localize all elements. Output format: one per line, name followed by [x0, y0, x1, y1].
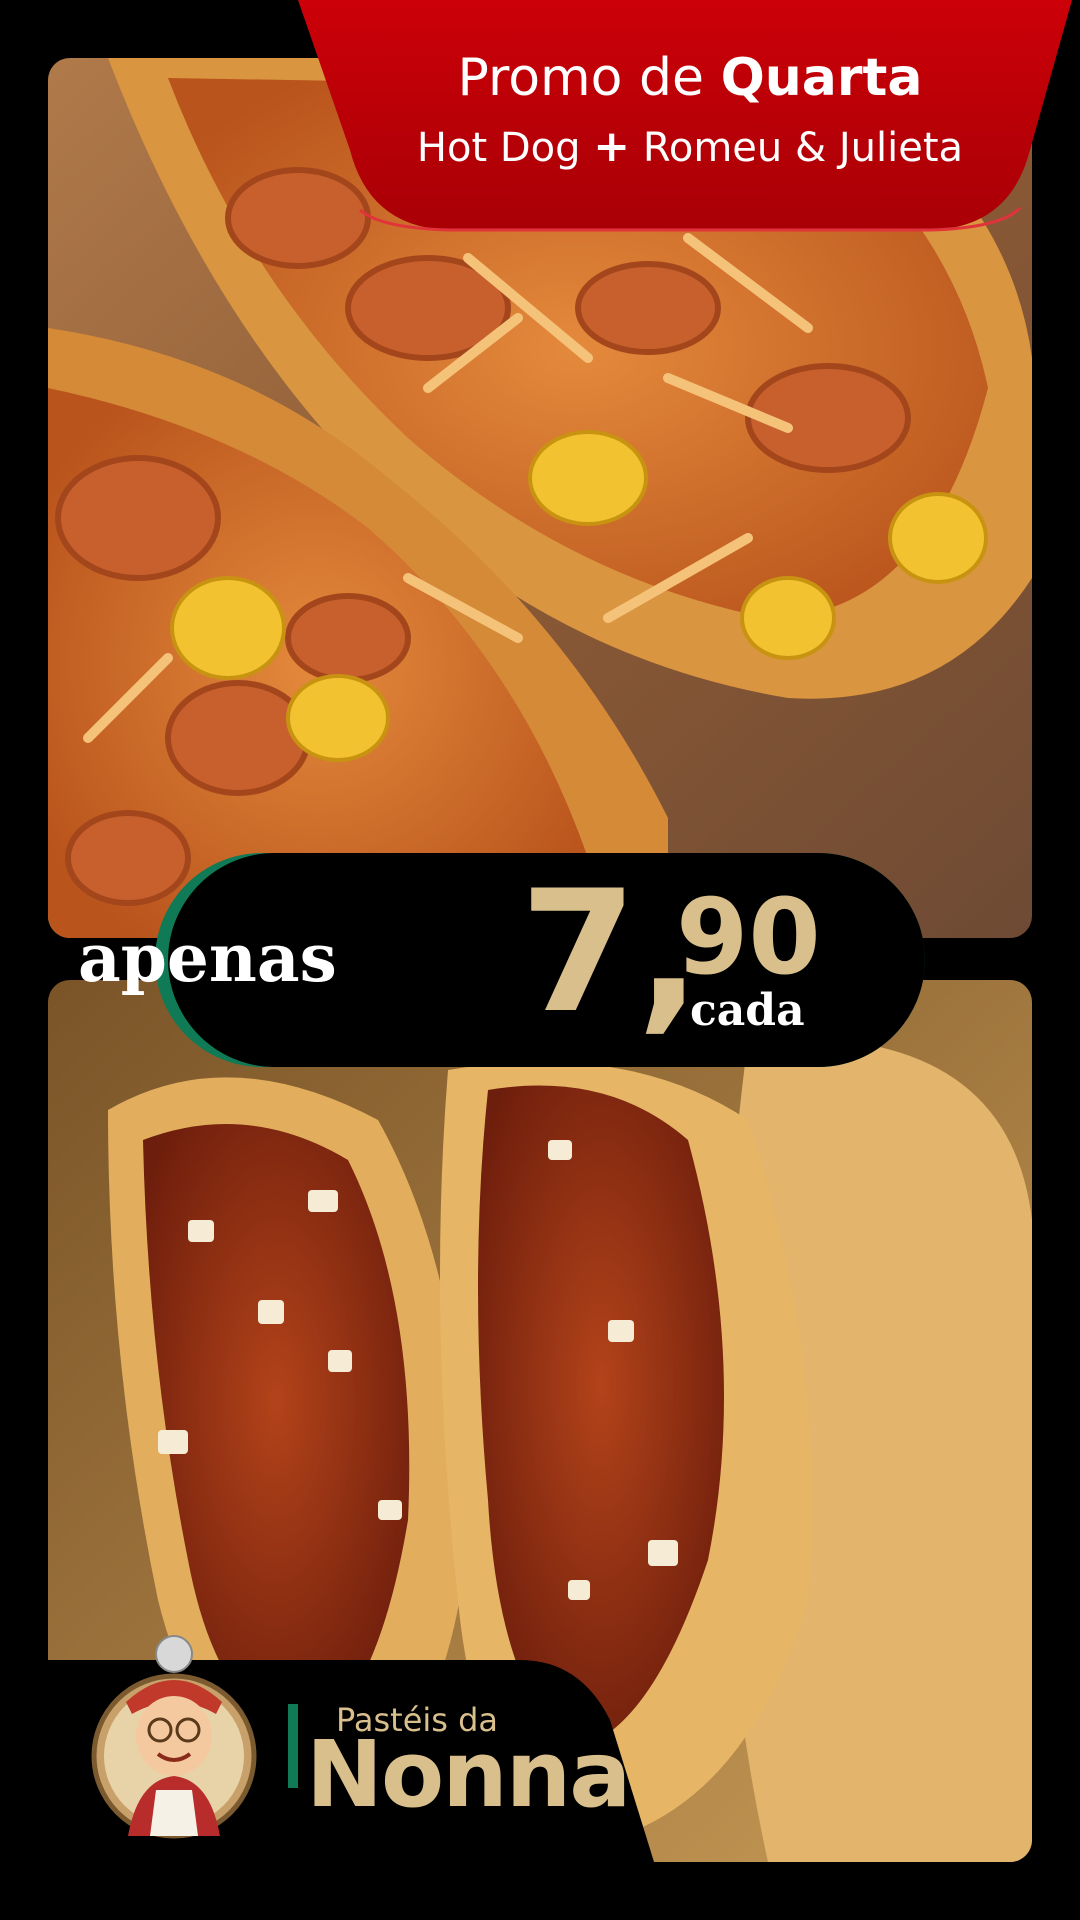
- promo-item-1: Hot Dog: [416, 125, 581, 171]
- promo-title: Promo de Quarta: [300, 48, 1080, 108]
- promo-plus: +: [593, 121, 631, 172]
- promo-prefix: Promo de: [457, 48, 705, 108]
- price-unit: cada: [690, 985, 805, 1036]
- price-prefix: apenas: [78, 919, 337, 997]
- price-integer: 7,: [520, 854, 701, 1050]
- promo-day: Quarta: [720, 48, 923, 108]
- promo-subtitle: Hot Dog + Romeu & Julieta: [300, 122, 1080, 173]
- price-cents: 90: [676, 876, 821, 998]
- nonna-mascot-logo: [91, 1635, 257, 1839]
- promo-item-2: Romeu & Julieta: [642, 125, 964, 171]
- brand-name-bottom: Nonna: [306, 1721, 631, 1828]
- promo-title-block: Promo de Quarta Hot Dog + Romeu & Juliet…: [300, 0, 1080, 230]
- italian-flag-bar: [288, 1704, 298, 1788]
